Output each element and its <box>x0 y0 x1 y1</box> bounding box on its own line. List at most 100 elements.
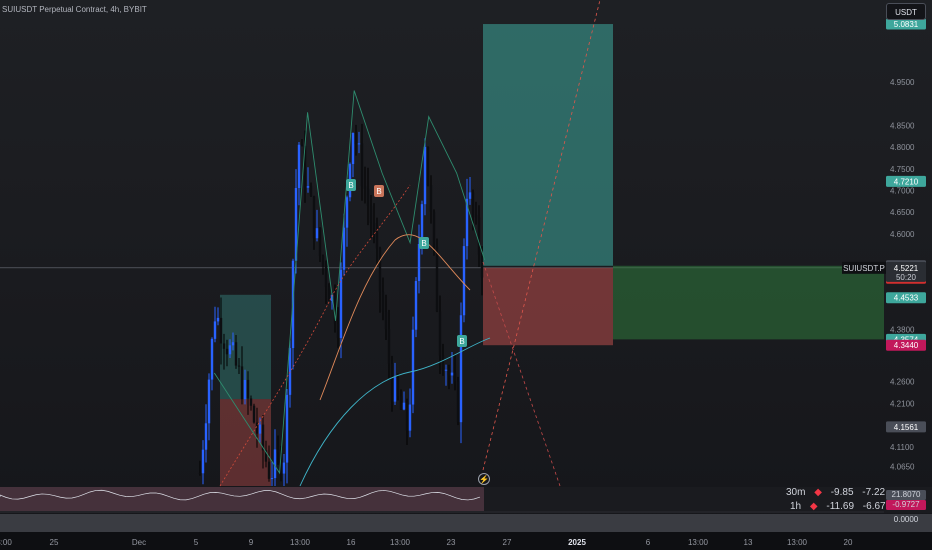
time-tick-label: 13 <box>744 538 753 547</box>
candle <box>339 269 343 338</box>
candle <box>426 147 430 186</box>
candle <box>246 379 250 399</box>
price-tag-label: 4.4533 <box>894 294 919 303</box>
candle <box>417 244 421 282</box>
down-arrow-icon: ◆ <box>809 501 818 512</box>
candle <box>375 231 379 249</box>
indicator-value-a: -11.69 <box>826 501 855 512</box>
price-tick-label: 4.7500 <box>890 165 915 174</box>
candle <box>342 227 346 270</box>
signal-marker-label: B <box>459 337 464 346</box>
time-tick-label: Dec <box>132 538 146 547</box>
candle <box>219 317 223 344</box>
candle <box>399 396 403 410</box>
price-tick-label: 4.9500 <box>890 78 915 87</box>
candle <box>231 342 235 346</box>
price-tag-label: 4.7210 <box>894 177 919 186</box>
candle <box>408 404 412 431</box>
candle <box>345 197 349 228</box>
time-tick-label: 3:00 <box>0 538 12 547</box>
candle <box>276 449 280 453</box>
candle <box>222 343 226 349</box>
price-tick-label: 4.7000 <box>890 187 915 196</box>
candle <box>207 379 211 424</box>
down-arrow-icon: ◆ <box>814 487 822 498</box>
candle <box>471 192 475 215</box>
candle <box>243 379 247 400</box>
candle <box>438 311 442 356</box>
long-position-zone[interactable] <box>613 265 884 340</box>
indicator-value-a: -9.85 <box>830 487 854 498</box>
candle <box>204 423 208 450</box>
indicator-timeframe: 1h <box>790 501 802 512</box>
target-zone[interactable] <box>483 24 613 266</box>
candle <box>432 211 436 247</box>
candle <box>258 424 262 434</box>
candle <box>216 317 220 322</box>
time-tick-label: 5 <box>194 538 199 547</box>
time-tick-label: 2025 <box>568 538 586 547</box>
time-tick-label: 13:00 <box>390 538 411 547</box>
candle <box>357 143 361 145</box>
time-tick-label: 9 <box>249 538 254 547</box>
indicator-scale-label: 0.0000 <box>894 515 919 524</box>
candle <box>228 345 232 355</box>
time-tick-label: 27 <box>503 538 512 547</box>
indicator-value-b: -7.22 <box>862 487 886 498</box>
currency-button[interactable]: USDT <box>886 3 926 20</box>
candle <box>240 366 244 400</box>
candle <box>462 246 466 316</box>
candle <box>369 205 373 223</box>
candle <box>381 291 385 312</box>
price-tag-label: 4.3440 <box>894 341 919 350</box>
price-tick-label: 4.8000 <box>890 143 915 152</box>
price-tick-label: 4.6500 <box>890 208 915 217</box>
candle <box>405 402 409 431</box>
candle <box>363 186 367 189</box>
symbol-tag-label: SUIUSDT.P <box>843 264 885 273</box>
candle <box>297 144 301 189</box>
candle <box>324 266 328 287</box>
candle <box>456 381 460 423</box>
time-tick-label: 6 <box>646 538 651 547</box>
candle <box>411 329 415 405</box>
price-tick-label: 4.0650 <box>890 462 915 471</box>
candle <box>201 449 205 474</box>
candle <box>366 188 370 206</box>
candle <box>315 228 319 239</box>
candle <box>249 398 253 406</box>
indicator-scale-label: -0.9727 <box>892 500 920 509</box>
candle <box>444 369 448 371</box>
candle <box>237 365 241 367</box>
candle <box>387 329 391 364</box>
lightning-icon[interactable]: ⚡ <box>478 473 490 485</box>
candle <box>252 405 256 423</box>
signal-marker-label: B <box>421 239 426 248</box>
time-tick-label: 13:00 <box>688 538 709 547</box>
candle <box>312 196 316 239</box>
candle <box>270 478 274 480</box>
candle <box>306 186 310 188</box>
chart-title: SUIUSDT Perpetual Contract, 4h, BYBIT <box>2 5 147 14</box>
chart-canvas[interactable]: B B B B 4.9500 4.8500 4.8000 4.7500 4.7000 4.6500… <box>0 0 932 550</box>
indicator-timeframe: 30m <box>786 487 806 498</box>
indicator-row-1h: 1h ◆ -11.69 -6.67 <box>790 501 892 512</box>
candle <box>453 372 457 382</box>
time-tick-label: 20 <box>844 538 853 547</box>
indicator-row-30m: 30m ◆ -9.85 -7.22 <box>786 487 891 498</box>
candle <box>435 246 439 312</box>
candle <box>459 315 463 423</box>
candle <box>396 377 400 397</box>
candle <box>210 338 214 380</box>
candle <box>213 321 217 339</box>
candle <box>447 369 451 376</box>
candle <box>351 133 355 165</box>
price-tag-label: 4.1561 <box>894 423 919 432</box>
candle <box>285 394 289 463</box>
candle <box>480 254 484 278</box>
countdown-value: 50:20 <box>896 273 917 282</box>
candle <box>414 281 418 330</box>
candle <box>321 255 325 267</box>
stop-zone[interactable] <box>483 267 613 346</box>
price-tick-label: 4.2600 <box>890 378 915 387</box>
